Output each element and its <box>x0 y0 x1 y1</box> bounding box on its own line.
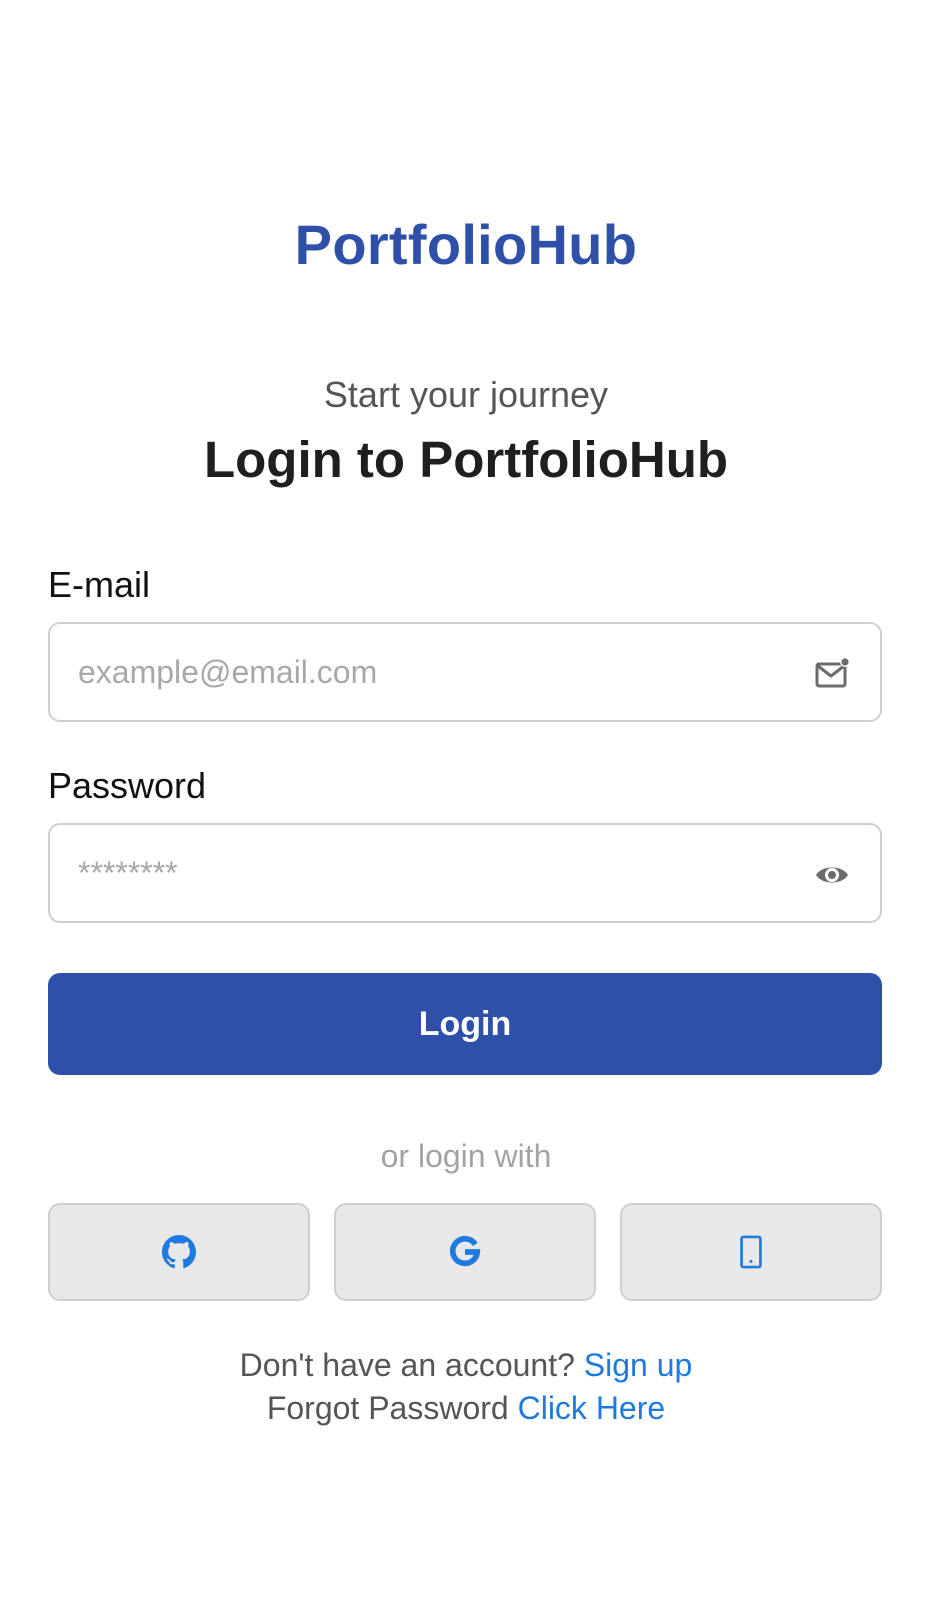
mail-icon <box>814 656 850 692</box>
page-title: Login to PortfolioHub <box>203 431 729 488</box>
email-label: E-mail <box>48 564 151 605</box>
email-field-container <box>48 622 882 722</box>
phone-login-button[interactable] <box>620 1203 882 1301</box>
github-login-button[interactable] <box>48 1203 310 1301</box>
forgot-password-line: Forgot Password Click Here <box>0 1390 932 1427</box>
phone-icon <box>740 1235 762 1269</box>
page-subtitle: Start your journey <box>323 374 609 415</box>
signup-prompt-text: Don't have an account? <box>239 1347 575 1383</box>
forgot-password-link[interactable]: Click Here <box>518 1390 666 1426</box>
password-field[interactable] <box>78 825 778 921</box>
social-login-row <box>48 1203 882 1301</box>
google-login-button[interactable] <box>334 1203 596 1301</box>
eye-icon[interactable] <box>814 857 850 893</box>
signup-prompt-line: Don't have an account? Sign up <box>0 1347 932 1384</box>
social-login-divider: or login with <box>380 1138 552 1174</box>
github-icon <box>162 1235 196 1269</box>
app-logo-text: PortfolioHub <box>294 213 638 276</box>
forgot-password-text: Forgot Password <box>266 1390 509 1426</box>
password-label: Password <box>48 765 207 806</box>
login-button[interactable]: Login <box>48 973 882 1075</box>
signup-link[interactable]: Sign up <box>584 1347 693 1383</box>
email-field[interactable] <box>78 624 778 720</box>
google-icon <box>449 1235 481 1267</box>
password-field-container <box>48 823 882 923</box>
